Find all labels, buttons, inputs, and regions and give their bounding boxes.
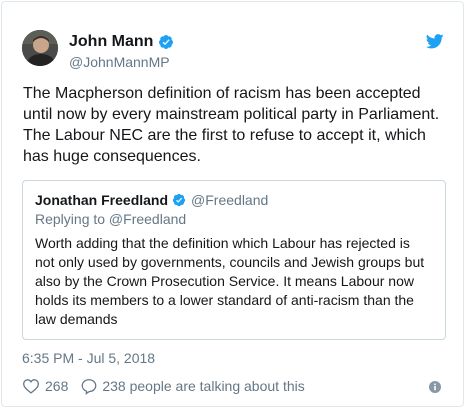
quoted-tweet-text: Worth adding that the definition which L… xyxy=(35,235,425,327)
avatar[interactable] xyxy=(22,30,58,66)
tweet-text: The Macpherson definition of racism has … xyxy=(23,85,440,165)
tweet-card[interactable]: John Mann @JohnMannMP The Macpherson def… xyxy=(1,1,464,407)
engagement-bar: 268 238 people are talking about this xyxy=(22,377,305,395)
replying-to-label: Replying to @Freedland xyxy=(35,211,187,227)
info-icon[interactable] xyxy=(429,381,441,393)
like-count[interactable]: 268 xyxy=(45,377,68,395)
quoted-tweet[interactable]: Jonathan Freedland @Freedland Replying t… xyxy=(22,180,446,340)
quoted-author-handle[interactable]: @Freedland xyxy=(191,192,268,208)
avatar-image xyxy=(22,30,58,66)
heart-icon[interactable] xyxy=(22,378,40,394)
talking-about-count[interactable]: 238 people are talking about this xyxy=(102,377,304,395)
quoted-author-name[interactable]: Jonathan Freedland xyxy=(35,192,168,208)
tweet-timestamp[interactable]: 6:35 PM - Jul 5, 2018 xyxy=(22,349,155,367)
verified-badge-icon xyxy=(159,35,174,49)
speech-bubble-icon[interactable] xyxy=(80,378,98,395)
author-handle[interactable]: @JohnMannMP xyxy=(69,53,170,71)
author-name[interactable]: John Mann xyxy=(69,32,153,52)
quoted-verified-badge-icon xyxy=(172,193,186,207)
twitter-bird-icon[interactable] xyxy=(426,34,444,49)
